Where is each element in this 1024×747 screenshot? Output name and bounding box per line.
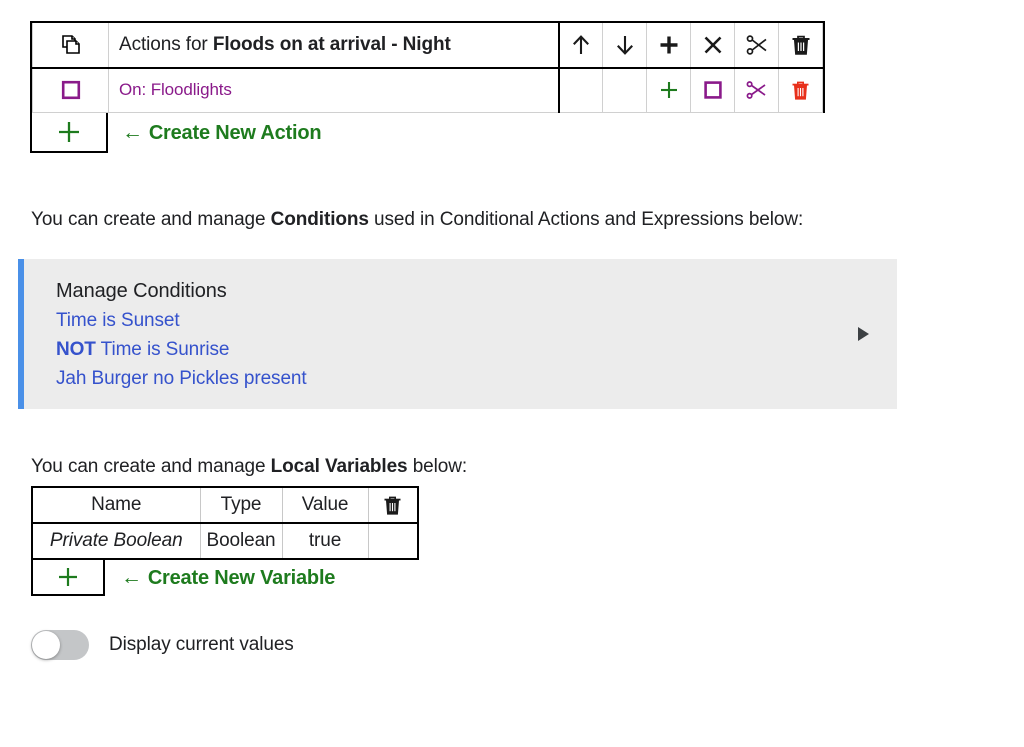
manage-conditions-title: Manage Conditions <box>56 280 227 302</box>
row-delete-button[interactable] <box>778 67 823 113</box>
local-variables-section: Name Type Value Private Boolean Boolean … <box>31 486 420 596</box>
variable-name: Private Boolean <box>31 522 201 560</box>
trash-icon <box>779 34 822 56</box>
variable-value[interactable]: true <box>281 522 369 560</box>
column-header-value: Value <box>281 486 369 524</box>
duplicate-action-button[interactable] <box>32 23 109 69</box>
row-select-button[interactable] <box>690 67 735 113</box>
variables-header-row: Name Type Value <box>31 486 419 524</box>
plus-icon <box>56 565 80 589</box>
scissors-icon <box>735 34 778 56</box>
variable-delete-cell[interactable] <box>367 522 419 560</box>
arrow-down-icon <box>603 33 646 57</box>
actions-table-frame: Actions for Floods on at arrival - Night <box>30 21 825 113</box>
row-blank-cell-1 <box>557 67 603 113</box>
trash-icon <box>779 80 822 101</box>
condition-text: Time is Sunrise <box>95 339 230 360</box>
actions-title: Actions for Floods on at arrival - Night <box>119 34 451 55</box>
play-triangle-right-icon[interactable] <box>858 327 869 341</box>
plus-icon <box>647 79 690 101</box>
plus-icon <box>647 33 690 57</box>
toggle-knob <box>32 631 60 659</box>
column-header-name: Name <box>31 486 201 524</box>
row-checkbox-button[interactable] <box>32 67 109 113</box>
condition-text: Time is Sunset <box>56 310 180 331</box>
action-label: On: Floodlights <box>119 80 232 100</box>
variables-intro-text: You can create and manage Local Variable… <box>31 456 468 477</box>
action-label-cell[interactable]: On: Floodlights <box>108 67 559 113</box>
arrow-up-icon <box>560 33 603 57</box>
conditions-intro-text: You can create and manage Conditions use… <box>31 209 804 230</box>
trash-icon <box>375 495 412 516</box>
condition-item-not-time-is-sunrise[interactable]: NOT Time is Sunrise <box>56 335 897 364</box>
manage-conditions-panel[interactable]: Manage Conditions Time is Sunset NOT Tim… <box>18 259 897 409</box>
create-new-action-text: Create New Action <box>148 121 322 144</box>
close-x-icon <box>691 34 734 56</box>
square-icon <box>691 79 734 101</box>
plus-icon <box>56 119 82 145</box>
row-blank-cell-2 <box>602 67 647 113</box>
actions-table-header-row: Actions for Floods on at arrival - Night <box>32 23 823 69</box>
add-button[interactable] <box>646 23 691 69</box>
condition-text: Jah Burger no Pickles present <box>56 368 307 389</box>
move-up-button[interactable] <box>557 23 603 69</box>
actions-table: Actions for Floods on at arrival - Night <box>32 23 823 113</box>
table-row[interactable]: Private Boolean Boolean true <box>31 522 419 560</box>
column-header-type: Type <box>199 486 283 524</box>
action-row: On: Floodlights <box>32 67 823 113</box>
condition-item-jah-burger-no-pickles-present[interactable]: Jah Burger no Pickles present <box>56 364 897 393</box>
display-current-values-row: Display current values <box>31 630 294 660</box>
delete-column-button[interactable] <box>367 486 419 524</box>
display-current-values-label: Display current values <box>109 634 294 655</box>
trash-button[interactable] <box>778 23 823 69</box>
create-new-action-row[interactable]: ← Create New Action <box>30 112 825 153</box>
create-new-variable-label[interactable]: ← Create New Variable <box>121 566 335 590</box>
cut-button[interactable] <box>734 23 779 69</box>
display-current-values-toggle[interactable] <box>31 630 89 660</box>
left-arrow-icon: ← <box>122 120 143 144</box>
create-new-action-button[interactable] <box>30 112 108 153</box>
actions-table-section: Actions for Floods on at arrival - Night <box>30 21 825 153</box>
condition-not-prefix: NOT <box>56 339 96 360</box>
create-new-variable-button[interactable] <box>31 560 105 596</box>
move-down-button[interactable] <box>602 23 647 69</box>
actions-title-cell: Actions for Floods on at arrival - Night <box>108 23 559 69</box>
checkbox-square-icon <box>33 79 108 101</box>
delete-all-button[interactable] <box>690 23 735 69</box>
local-variables-table: Name Type Value Private Boolean Boolean … <box>31 486 420 560</box>
create-new-action-label[interactable]: ← Create New Action <box>122 120 322 145</box>
condition-item-time-is-sunset[interactable]: Time is Sunset <box>56 306 897 335</box>
create-new-variable-row[interactable]: ← Create New Variable <box>31 560 419 596</box>
row-cut-button[interactable] <box>734 67 779 113</box>
create-new-variable-text: Create New Variable <box>147 567 336 589</box>
row-add-button[interactable] <box>646 67 691 113</box>
copy-pages-icon <box>33 34 108 56</box>
left-arrow-icon: ← <box>121 566 142 589</box>
scissors-icon <box>735 80 778 100</box>
variable-type: Boolean <box>199 522 283 560</box>
